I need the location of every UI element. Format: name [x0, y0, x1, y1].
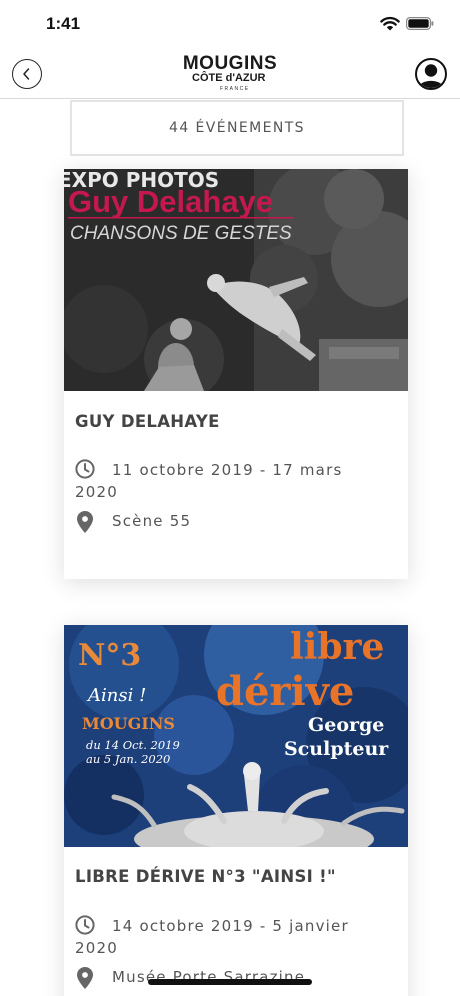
event-date: 11 octobre 2019 - 17 mars 2020: [75, 461, 343, 501]
event-location: Scène 55: [112, 512, 192, 530]
header: MOUGINS CÔTE d'AZUR FRANCE: [0, 46, 460, 99]
profile-button[interactable]: [415, 58, 447, 90]
poster-mougins: MOUGINS: [82, 714, 175, 733]
poster-date-to: au 5 Jan. 2020: [86, 752, 170, 766]
battery-icon: [406, 17, 434, 30]
event-title[interactable]: GUY DELAHAYE: [75, 412, 220, 431]
status-bar: 1:41: [0, 0, 460, 46]
poster-line-2: Guy Delahaye: [68, 184, 273, 219]
poster-sculpteur: Sculpteur: [284, 738, 389, 760]
event-card[interactable]: EXPO PHOTOS Guy Delahaye CHANSONS DE GES…: [64, 169, 408, 579]
status-time: 1:41: [46, 14, 81, 33]
poster-derive: dérive: [216, 668, 354, 715]
wifi-icon: [380, 16, 400, 31]
event-title[interactable]: LIBRE DÉRIVE N°3 "AINSI !": [75, 867, 336, 886]
poster-line-3: CHANSONS DE GESTES: [70, 223, 292, 244]
chevron-left-icon: [23, 68, 30, 80]
logo[interactable]: MOUGINS CÔTE d'AZUR FRANCE: [178, 54, 282, 94]
screen: 1:41 MOUGINS CÔTE d'AZUR FRANCE 44 ÉVÉNE…: [0, 0, 460, 996]
events-count-button[interactable]: 44 ÉVÉNEMENTS: [70, 100, 404, 156]
event-card[interactable]: N°3 Ainsi ! MOUGINS du 14 Oct. 2019 au 5…: [64, 625, 408, 996]
clock-icon: [75, 915, 95, 935]
clock-icon: [75, 459, 95, 479]
logo-main-text: MOUGINS: [182, 53, 278, 74]
location-pin-icon: [77, 511, 93, 533]
logo-sub-text: CÔTE d'AZUR: [192, 72, 266, 84]
logo-country-text: FRANCE: [220, 86, 250, 92]
event-poster-guy-delahaye: EXPO PHOTOS Guy Delahaye CHANSONS DE GES…: [64, 169, 408, 391]
user-icon: [419, 64, 443, 88]
home-indicator[interactable]: [148, 979, 312, 985]
poster-george: George: [308, 714, 384, 736]
event-date: 14 octobre 2019 - 5 janvier 2020: [75, 917, 349, 957]
event-image[interactable]: EXPO PHOTOS Guy Delahaye CHANSONS DE GES…: [64, 169, 408, 391]
event-poster-libre-derive: N°3 Ainsi ! MOUGINS du 14 Oct. 2019 au 5…: [64, 625, 408, 847]
event-date-row: 11 octobre 2019 - 17 mars 2020: [75, 459, 385, 503]
back-button[interactable]: [12, 59, 42, 89]
poster-date-from: du 14 Oct. 2019: [86, 738, 180, 752]
poster-ainsi: Ainsi !: [86, 685, 146, 706]
event-date-row: 14 octobre 2019 - 5 janvier 2020: [75, 915, 385, 959]
poster-libre: libre: [290, 626, 384, 668]
location-pin-icon: [77, 967, 93, 989]
event-image[interactable]: N°3 Ainsi ! MOUGINS du 14 Oct. 2019 au 5…: [64, 625, 408, 847]
poster-issue: N°3: [78, 638, 141, 673]
